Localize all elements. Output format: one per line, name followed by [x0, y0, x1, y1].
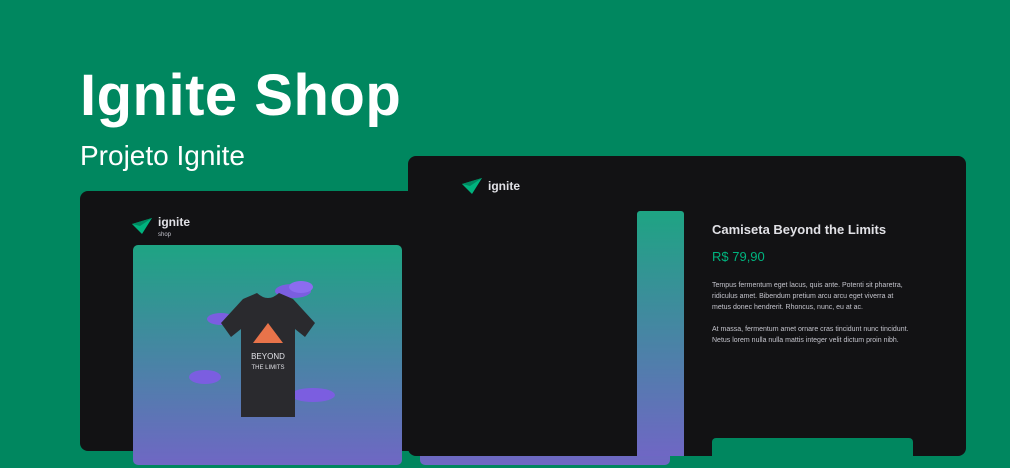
tshirt-beyond-the-limits-image: BEYOND THE LIMITS [189, 281, 335, 417]
shop-logo[interactable]: ignite [462, 178, 520, 194]
logo-name: ignite [158, 215, 190, 229]
product-card[interactable]: BEYOND THE LIMITS [133, 245, 402, 465]
logo-icon [462, 178, 482, 194]
description-paragraph: At massa, fermentum amet ornare cras tin… [712, 326, 909, 344]
logo-name: ignite [488, 178, 520, 193]
svg-text:THE LIMITS: THE LIMITS [251, 365, 284, 371]
logo-sub: shop [158, 232, 172, 238]
svg-text:BEYOND: BEYOND [251, 352, 285, 361]
description-paragraph: Tempus fermentum eget lacus, quis ante. … [712, 282, 903, 311]
product-window: ignite Camiseta Beyond the Limits R$ 79,… [408, 156, 966, 468]
product-title: Camiseta Beyond the Limits [712, 222, 887, 237]
logo-icon [132, 217, 152, 234]
product-info: Camiseta Beyond the Limits R$ 79,90 Temp… [712, 222, 912, 357]
product-description: Tempus fermentum eget lacus, quis ante. … [712, 280, 912, 346]
buy-button[interactable] [712, 438, 913, 468]
hero-title: Ignite Shop [80, 63, 402, 128]
product-image [637, 211, 684, 456]
shop-logo[interactable]: ignite shop [132, 213, 190, 238]
hero-subtitle: Projeto Ignite [80, 140, 245, 171]
product-price: R$ 79,90 [712, 249, 765, 264]
